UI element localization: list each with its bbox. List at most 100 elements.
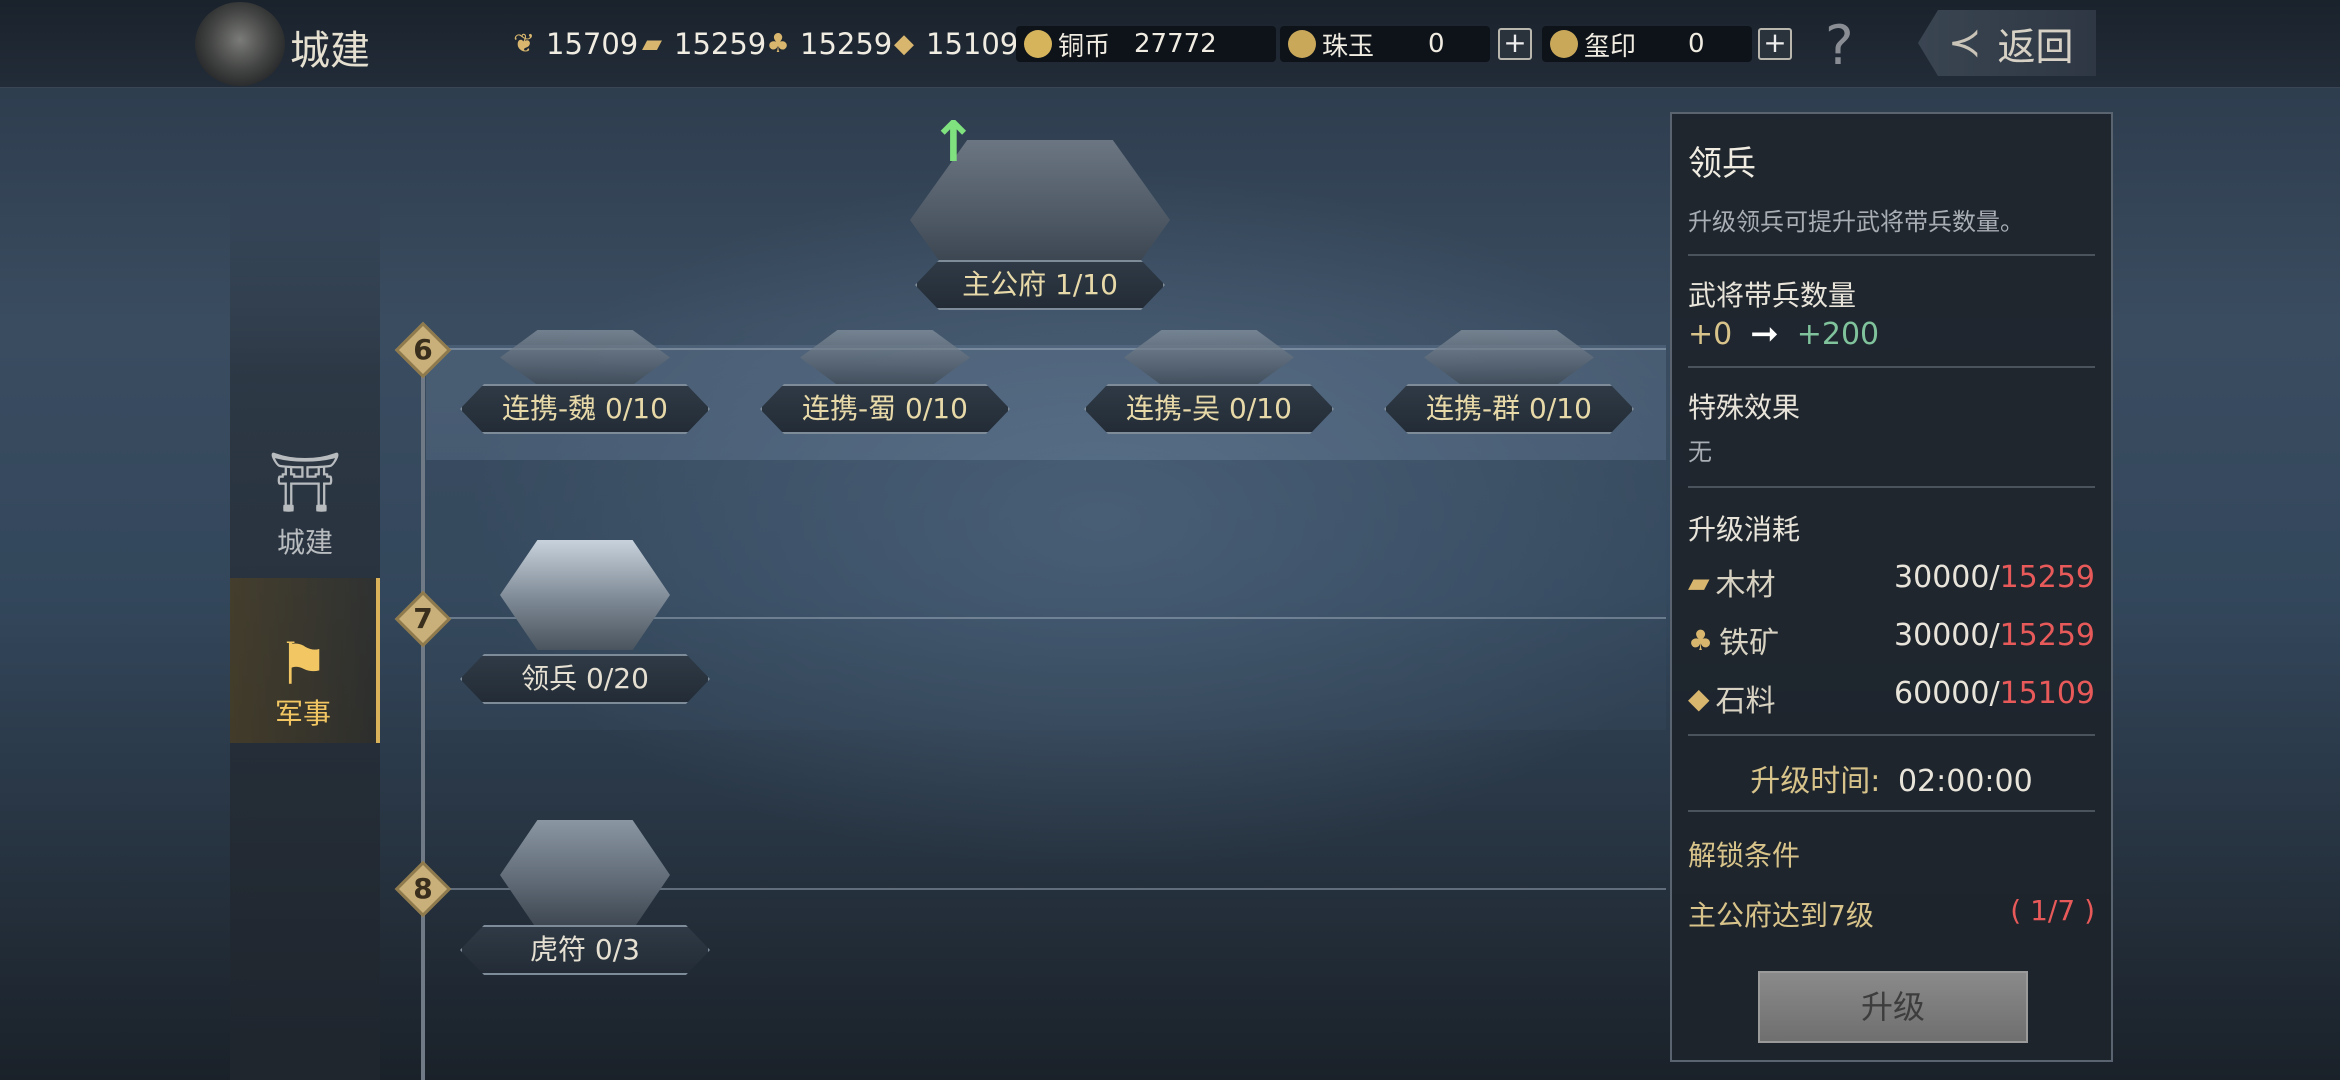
link-qun-building-icon	[1424, 330, 1594, 385]
unlock-condition-text: 主公府达到7级	[1688, 899, 1874, 932]
dragon-emblem-icon	[195, 2, 285, 86]
node-link-shu[interactable]: 连携-蜀 0/10	[760, 330, 1010, 440]
node-tiger-tally[interactable]: 虎符 0/3	[460, 800, 710, 980]
tab-military[interactable]: ⚑ 军事	[230, 578, 380, 743]
capacity-to: +200	[1796, 316, 1880, 352]
wood-icon: ▰	[1688, 565, 1710, 599]
tab-city-label: 城建	[276, 526, 333, 559]
lead-troops-label: 领兵 0/20	[460, 654, 710, 704]
iron-resource: ♣ 15259	[764, 22, 892, 66]
upgrade-time-value: 02:00:00	[1897, 764, 2033, 799]
cost-need: 60000/	[1894, 676, 2000, 711]
cost-row-wood: ▰ 木材 30000/15259	[1688, 560, 2095, 604]
cost-need: 30000/	[1894, 560, 2000, 595]
grain-icon: ❦	[513, 29, 535, 59]
grain-resource: ❦ 15709	[510, 22, 638, 66]
help-button[interactable]: ?	[1825, 14, 1854, 77]
jade-icon	[1288, 30, 1316, 58]
cost-have: 15259	[1999, 618, 2095, 653]
add-jade-button[interactable]: +	[1498, 28, 1532, 60]
iron-icon: ♣	[1688, 623, 1714, 657]
wood-icon: ▰	[642, 29, 662, 59]
tab-city-building[interactable]: ⛩ 城建	[230, 448, 380, 578]
back-button[interactable]: ≺ 返回	[1918, 10, 2096, 76]
stone-icon: ◆	[1688, 681, 1710, 715]
node-lead-troops[interactable]: 领兵 0/20	[460, 520, 710, 700]
upgrade-available-arrow-icon: ↑	[930, 110, 977, 175]
jade-value: 0	[1428, 29, 1445, 59]
unlock-condition-row: 主公府达到7级 ( 1/7 )	[1688, 894, 2095, 934]
detail-divider	[1688, 734, 2095, 736]
main-office-label: 主公府 1/10	[915, 260, 1165, 310]
link-shu-building-icon	[800, 330, 970, 385]
copper-currency: 铜币 27772	[1016, 26, 1276, 62]
cost-row-stone: ◆ 石料 60000/15109	[1688, 676, 2095, 720]
copper-label: 铜币	[1058, 31, 1111, 62]
copper-coin-icon	[1024, 30, 1052, 58]
top-bar: 城建 ❦ 15709 ▰ 15259 ♣ 15259 ◆ 15109 铜币 27…	[0, 0, 2340, 88]
cost-have: 15109	[1999, 676, 2095, 711]
unlock-condition-progress: ( 1/7 )	[2010, 894, 2095, 927]
jade-label: 珠玉	[1322, 31, 1375, 62]
back-arrow-icon: ≺	[1948, 20, 1982, 66]
capacity-from: +0	[1688, 316, 1733, 352]
back-label: 返回	[1997, 24, 2074, 69]
link-wu-label: 连携-吴 0/10	[1084, 384, 1334, 434]
cost-name: 石料	[1715, 684, 1776, 719]
copper-value: 27772	[1134, 29, 1217, 59]
detail-title: 领兵	[1688, 144, 1756, 184]
detail-divider	[1688, 366, 2095, 368]
page-title: 城建	[290, 28, 370, 74]
unlock-condition-heading: 解锁条件	[1688, 839, 1801, 872]
cost-have: 15259	[1999, 560, 2095, 595]
grain-value: 15709	[546, 27, 639, 61]
wood-value: 15259	[674, 27, 767, 61]
seal-icon	[1550, 30, 1578, 58]
cost-row-iron: ♣ 铁矿 30000/15259	[1688, 618, 2095, 662]
detail-divider	[1688, 254, 2095, 256]
link-wu-building-icon	[1124, 330, 1294, 385]
detail-divider	[1688, 486, 2095, 488]
tiger-tally-label: 虎符 0/3	[460, 925, 710, 975]
troop-capacity-change: +0 ➞ +200	[1688, 314, 2095, 354]
detail-description: 升级领兵可提升武将带兵数量。	[1688, 208, 2024, 236]
special-effect-heading: 特殊效果	[1688, 391, 1801, 424]
seal-label: 玺印	[1584, 31, 1637, 62]
wood-resource: ▰ 15259	[638, 22, 766, 66]
stone-value: 15109	[926, 27, 1019, 61]
troop-capacity-heading: 武将带兵数量	[1688, 279, 1857, 312]
iron-icon: ♣	[766, 29, 790, 59]
cost-need: 30000/	[1894, 618, 2000, 653]
tree-trunk-line	[421, 350, 425, 1080]
add-seal-button[interactable]: +	[1758, 28, 1792, 60]
arrow-right-icon: ➞	[1750, 314, 1779, 354]
detail-panel: 领兵 升级领兵可提升武将带兵数量。 武将带兵数量 +0 ➞ +200 特殊效果 …	[1670, 112, 2113, 1062]
flag-icon: ⚑	[277, 630, 329, 698]
seal-value: 0	[1688, 29, 1705, 59]
detail-divider	[1688, 810, 2095, 812]
link-wei-building-icon	[500, 330, 670, 385]
level-7-number: 7	[413, 602, 433, 635]
level-6-number: 6	[413, 333, 433, 366]
link-qun-label: 连携-群 0/10	[1384, 384, 1634, 434]
cost-name: 铁矿	[1719, 626, 1780, 661]
tiger-tally-building-icon	[500, 820, 670, 930]
upgrade-time: 升级时间: 02:00:00	[1688, 756, 2095, 800]
city-gate-icon: ⛩	[268, 448, 342, 516]
node-link-qun[interactable]: 连携-群 0/10	[1384, 330, 1634, 440]
upgrade-button[interactable]: 升级	[1758, 971, 2028, 1043]
node-link-wu[interactable]: 连携-吴 0/10	[1084, 330, 1334, 440]
seal-currency: 玺印 0	[1542, 26, 1752, 62]
node-link-wei[interactable]: 连携-魏 0/10	[460, 330, 710, 440]
link-shu-label: 连携-蜀 0/10	[760, 384, 1010, 434]
upgrade-cost-heading: 升级消耗	[1688, 513, 1801, 546]
stone-icon: ◆	[894, 29, 914, 59]
cost-name: 木材	[1715, 568, 1776, 603]
iron-value: 15259	[800, 27, 893, 61]
link-wei-label: 连携-魏 0/10	[460, 384, 710, 434]
special-effect-value: 无	[1688, 438, 1712, 466]
level-8-number: 8	[413, 872, 433, 905]
tab-military-label: 军事	[274, 697, 331, 730]
jade-currency: 珠玉 0	[1280, 26, 1490, 62]
node-main-office[interactable]: ↑ 主公府 1/10	[910, 80, 1170, 320]
